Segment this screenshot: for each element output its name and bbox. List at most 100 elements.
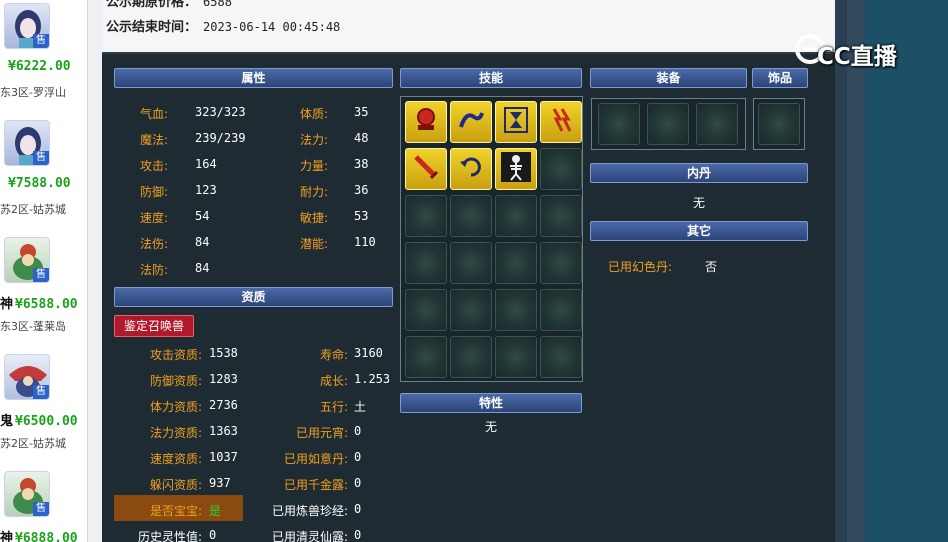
empty-skill-slot[interactable] — [450, 289, 492, 331]
aptitude-value: 0 — [209, 528, 217, 542]
aptitude-value: 0 — [354, 476, 362, 490]
aptitude-label: 体力资质: — [149, 400, 202, 414]
attribute-label: 法力: — [300, 133, 329, 147]
empty-skill-slot[interactable] — [540, 289, 582, 331]
section-header-equipment: 装备 — [590, 68, 747, 88]
skill-slot[interactable] — [405, 148, 447, 190]
avatar[interactable]: 售 — [4, 237, 50, 283]
scrollbar-track[interactable] — [847, 0, 865, 542]
page-background-right — [835, 0, 948, 542]
aptitude-label: 五行: — [319, 400, 348, 414]
empty-skill-slot[interactable] — [540, 242, 582, 284]
avatar[interactable]: 售 — [4, 3, 50, 49]
aptitude-label: 成长: — [319, 374, 348, 388]
lightning-icon — [546, 105, 576, 139]
skill-slot[interactable] — [495, 148, 537, 190]
listing-price: 神 ¥6588.00 — [0, 297, 78, 312]
detail-panel: 公示期原价格： 6588 公示结束时间： 2023-06-14 00:45:48 属… — [102, 0, 835, 542]
empty-skill-slot[interactable] — [450, 242, 492, 284]
attribute-label: 敏捷: — [300, 211, 329, 225]
attribute-value: 84 — [195, 261, 210, 275]
attribute-label: 体质: — [300, 107, 329, 121]
skill-slot[interactable] — [450, 101, 492, 143]
aptitude-label: 是否宝宝: — [149, 504, 202, 518]
skill-slot[interactable] — [540, 101, 582, 143]
sale-badge: 售 — [33, 151, 49, 165]
avatar[interactable]: 售 — [4, 120, 50, 166]
attribute-value: 110 — [354, 235, 376, 249]
avatar[interactable]: 售 — [4, 471, 50, 517]
empty-skill-slot[interactable] — [405, 289, 447, 331]
empty-skill-slot[interactable] — [495, 242, 537, 284]
equipment-slot[interactable] — [598, 103, 640, 145]
dragon-icon — [456, 105, 486, 139]
aptitude-value: 土 — [354, 400, 367, 414]
sale-badge: 售 — [33, 268, 49, 282]
side-panel — [865, 0, 948, 542]
attribute-label: 法防: — [140, 263, 169, 277]
empty-skill-slot[interactable] — [405, 195, 447, 237]
sale-badge: 售 — [33, 385, 49, 399]
aptitude-value: 1538 — [209, 346, 238, 360]
listing-price: ¥7588.00 — [8, 176, 71, 191]
aptitude-label: 已用元宵: — [295, 426, 348, 440]
aptitude-value: 3160 — [354, 346, 383, 360]
listing-price: 鬼 ¥6500.00 — [0, 414, 78, 429]
aptitude-label: 历史灵性值: — [137, 530, 202, 542]
aptitude-label: 防御资质: — [149, 374, 202, 388]
attribute-value: 164 — [195, 157, 217, 171]
empty-skill-slot[interactable] — [540, 195, 582, 237]
attribute-value: 48 — [354, 131, 369, 145]
equipment-slot[interactable] — [696, 103, 738, 145]
trait-value: 无 — [484, 420, 497, 434]
sale-badge: 售 — [33, 502, 49, 516]
attribute-value: 53 — [354, 209, 369, 223]
skill-slot[interactable] — [405, 101, 447, 143]
sale-badge: 售 — [33, 34, 49, 48]
empty-skill-slot[interactable] — [495, 195, 537, 237]
accessory-grid — [753, 98, 805, 150]
empty-skill-slot[interactable] — [450, 336, 492, 378]
skill-slot[interactable] — [495, 101, 537, 143]
section-header-skills: 技能 — [400, 68, 582, 88]
pet-detail: 属性 气血: 323/323 体质: 35 魔法: 239/239 法力: 48 攻击: 164 力… — [102, 52, 835, 542]
attribute-label: 法伤: — [140, 237, 169, 251]
sword-icon — [411, 152, 441, 186]
aptitude-value: 1.253 — [354, 372, 391, 386]
aptitude-label: 已用清灵仙露: — [271, 530, 348, 542]
identify-pet-button[interactable]: 鉴定召唤兽 — [114, 315, 194, 337]
tent-icon — [411, 105, 441, 139]
attribute-value: 123 — [195, 183, 217, 197]
aptitude-label: 寿命: — [319, 348, 348, 362]
listing-server: 东3区-罗浮山 — [0, 86, 66, 99]
attribute-label: 速度: — [140, 211, 169, 225]
aptitude-value: 2736 — [209, 398, 238, 412]
skill-slot[interactable] — [450, 148, 492, 190]
listing-column: 售 ¥6222.00 东3区-罗浮山 售 ¥7588.00 苏2区-姑苏城 售 … — [0, 0, 88, 542]
aptitude-value: 937 — [209, 476, 231, 490]
reverse-arrow-icon — [456, 152, 486, 186]
empty-skill-slot[interactable] — [540, 336, 582, 378]
avatar[interactable]: 售 — [4, 354, 50, 400]
listing-price: ¥6222.00 — [8, 59, 71, 74]
listing-server: 苏2区-姑苏城 — [0, 203, 66, 216]
public-price-row: 公示期原价格： 6588 — [106, 0, 232, 10]
hourglass-icon — [501, 105, 531, 139]
aptitude-value: 1037 — [209, 450, 238, 464]
other-label: 已用幻色丹: — [608, 260, 673, 274]
empty-skill-slot[interactable] — [405, 242, 447, 284]
aptitude-label: 法力资质: — [149, 426, 202, 440]
empty-skill-slot[interactable] — [450, 195, 492, 237]
attribute-value: 38 — [354, 157, 369, 171]
empty-skill-slot[interactable] — [540, 148, 582, 190]
empty-skill-slot[interactable] — [405, 336, 447, 378]
aptitude-value: 1363 — [209, 424, 238, 438]
attribute-label: 气血: — [140, 107, 169, 121]
attribute-value: 35 — [354, 105, 369, 119]
equipment-slot[interactable] — [647, 103, 689, 145]
empty-skill-slot[interactable] — [495, 336, 537, 378]
attribute-label: 攻击: — [140, 159, 169, 173]
accessory-slot[interactable] — [758, 103, 800, 145]
empty-skill-slot[interactable] — [495, 289, 537, 331]
aptitude-label: 已用如意丹: — [283, 452, 348, 466]
